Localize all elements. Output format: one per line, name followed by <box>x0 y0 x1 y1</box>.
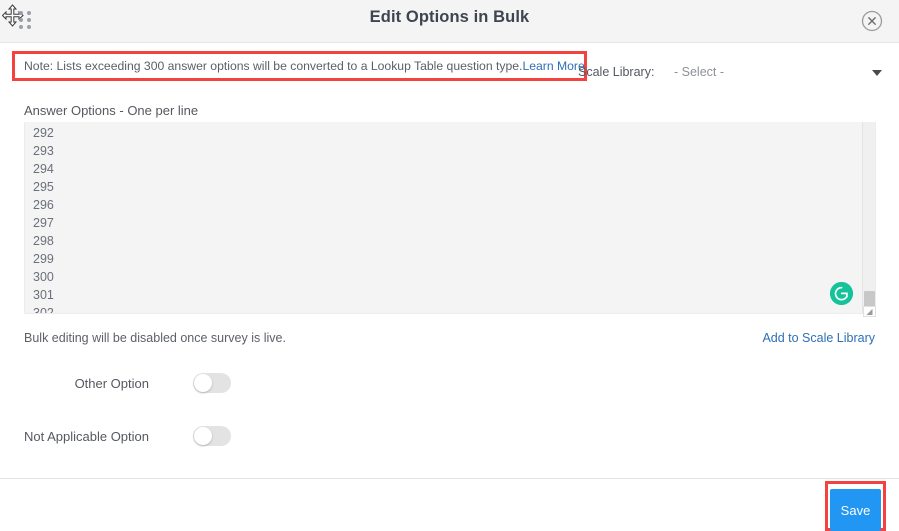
note-text: Note: Lists exceeding 300 answer options… <box>24 59 588 73</box>
answer-option-line: 301 <box>33 288 54 302</box>
scale-library-label: Scale Library: <box>578 65 655 79</box>
answer-option-line: 294 <box>33 162 54 176</box>
answer-option-line: 302 <box>33 306 54 314</box>
not-applicable-option-toggle[interactable] <box>193 426 231 446</box>
answer-option-line: 295 <box>33 180 54 194</box>
page-title: Edit Options in Bulk <box>369 8 530 26</box>
answer-option-line: 298 <box>33 234 54 248</box>
answer-options-label: Answer Options - One per line <box>24 103 199 118</box>
bulk-editing-note: Bulk editing will be disabled once surve… <box>24 331 286 345</box>
answer-option-line: 300 <box>33 270 54 284</box>
answer-options-textarea[interactable]: 292 293 294 295 296 297 298 299 300 301 302 <box>24 122 876 314</box>
not-applicable-option-label: Not Applicable Option <box>23 429 149 444</box>
other-option-toggle[interactable] <box>193 373 231 393</box>
resize-handle-icon[interactable]: ◢ <box>863 306 876 317</box>
footer-divider <box>0 478 899 479</box>
chevron-down-icon <box>872 70 882 76</box>
toggle-knob <box>194 374 212 392</box>
scale-library-group: Scale Library: - Select - <box>578 65 883 85</box>
add-to-scale-library-link[interactable]: Add to Scale Library <box>762 331 875 345</box>
vertical-scrollbar[interactable] <box>862 122 875 313</box>
note-message: Note: Lists exceeding 300 answer options… <box>24 59 523 73</box>
grammarly-icon[interactable] <box>830 282 853 305</box>
answer-options-lines: 292 293 294 295 296 297 298 299 300 301 302 <box>33 124 857 314</box>
answer-option-line: 292 <box>33 126 54 140</box>
answer-option-line: 293 <box>33 144 54 158</box>
scale-library-select[interactable]: - Select - <box>674 65 882 83</box>
save-button[interactable]: Save <box>830 489 881 531</box>
answer-option-line: 299 <box>33 252 54 266</box>
modal-header: Edit Options in Bulk <box>0 0 899 43</box>
answer-option-line: 297 <box>33 216 54 230</box>
close-icon[interactable] <box>861 10 883 32</box>
scale-library-selected-value: - Select - <box>674 65 725 79</box>
other-option-label: Other Option <box>74 376 149 391</box>
answer-option-line: 296 <box>33 198 54 212</box>
toggle-knob <box>194 427 212 445</box>
